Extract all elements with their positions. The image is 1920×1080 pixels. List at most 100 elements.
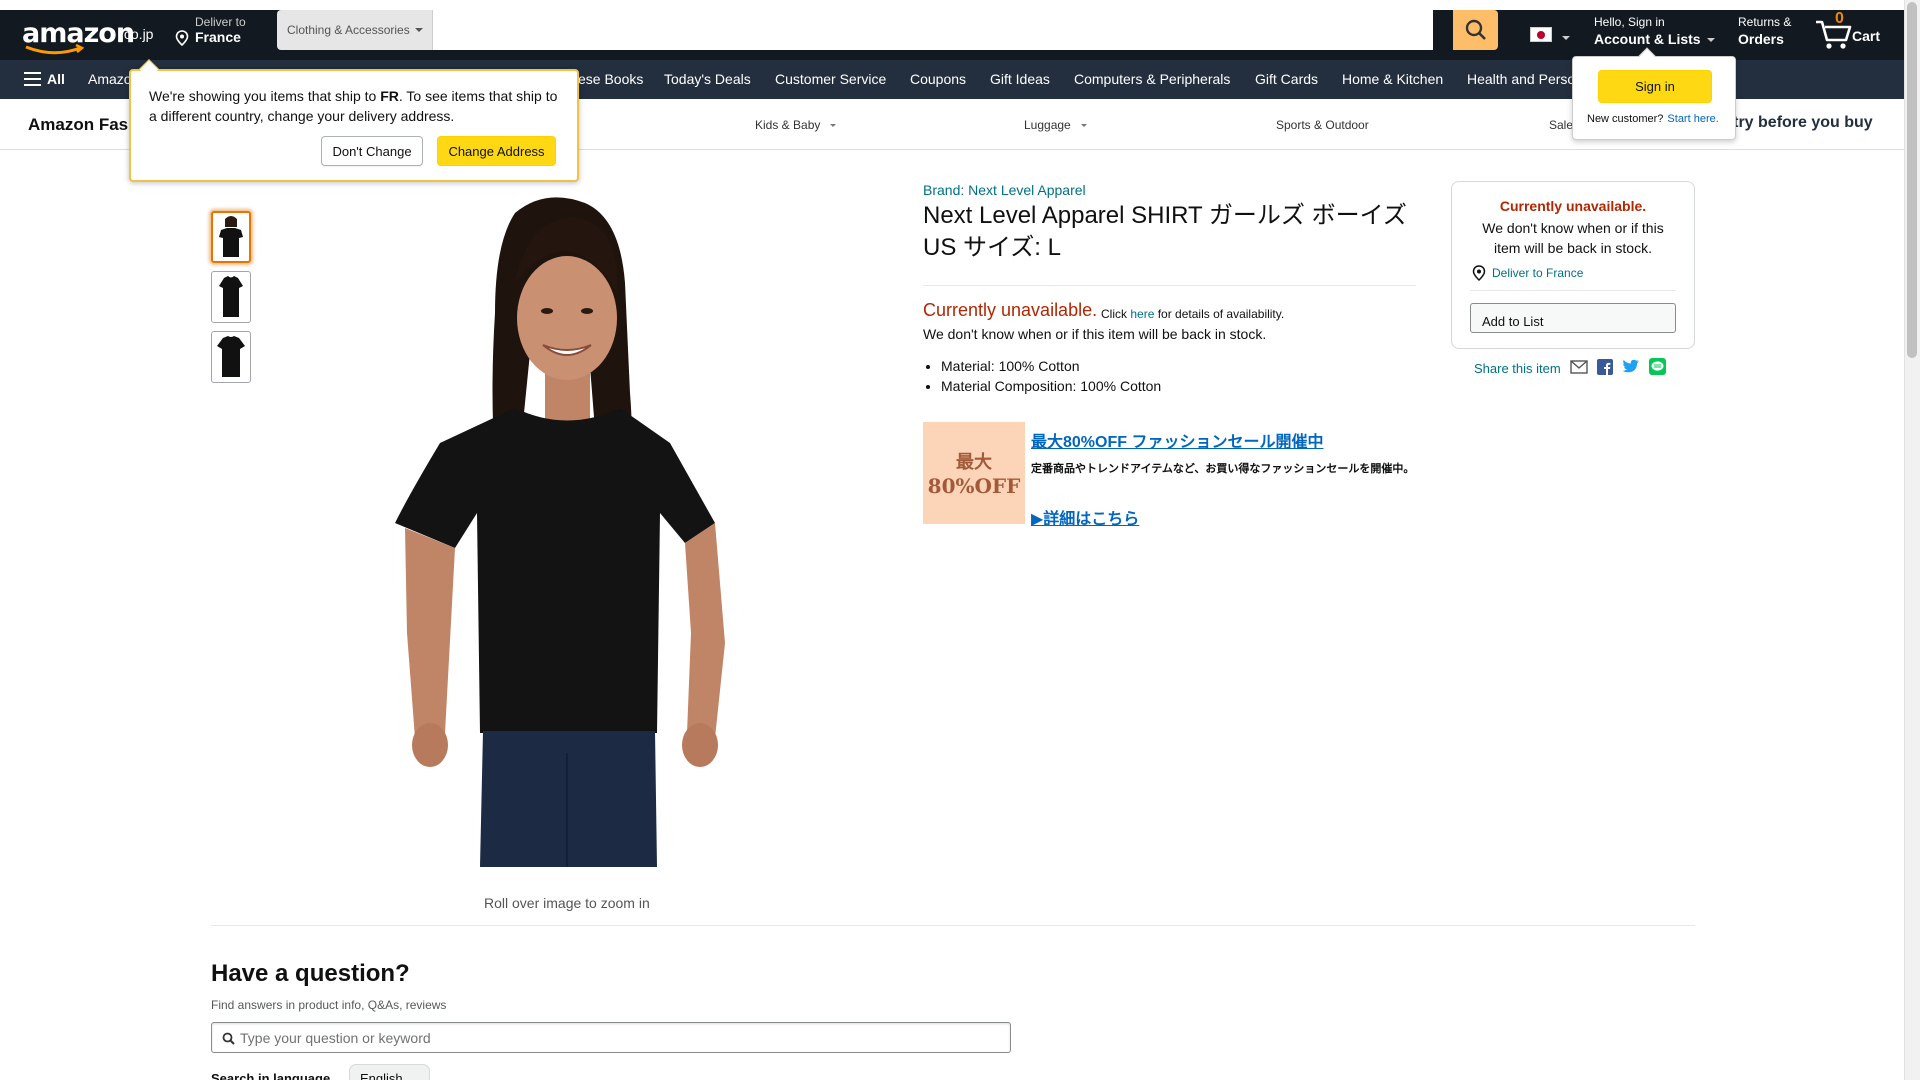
girl-shirt-thumbnail [219, 216, 243, 257]
account-greeting: Hello, Sign in [1594, 15, 1665, 29]
search-icon [222, 1032, 235, 1045]
divider [923, 285, 1416, 286]
caret-down-icon [415, 28, 423, 32]
subnav-label: Sports & Outdoor [1276, 118, 1369, 132]
amazon-logo[interactable]: amazon .co.jp [20, 16, 155, 56]
feature-bullet: Material: 100% Cotton [941, 356, 1161, 376]
hamburger-icon [24, 72, 41, 86]
buybox-stock-note: We don't know when or if this item will … [1482, 220, 1664, 256]
sale-promo-image[interactable]: 最大 80%OFF [923, 422, 1025, 524]
promo-details-link[interactable]: ▶詳細はこちら [1031, 505, 1139, 529]
question-search-input[interactable] [240, 1024, 1000, 1051]
nav-item-gift-cards[interactable]: Gift Cards [1255, 71, 1318, 87]
nav-item-computers[interactable]: Computers & Peripherals [1074, 71, 1230, 87]
line-icon[interactable] [1648, 358, 1666, 378]
cart-button[interactable]: 0 Cart [1814, 10, 1889, 55]
question-subtitle: Find answers in product info, Q&As, revi… [211, 998, 447, 1012]
prime-text: try before you buy [1728, 114, 1873, 131]
promo-title-link[interactable]: 最大80%OFF ファッションセール開催中 [1031, 428, 1323, 452]
location-pin-icon [175, 30, 189, 46]
smile-icon [25, 44, 85, 55]
scrollbar-thumb[interactable] [1907, 2, 1917, 358]
add-to-list-button[interactable]: Add to List [1470, 303, 1676, 333]
back-in-stock-text: We don't know when or if this item will … [923, 326, 1267, 342]
buybox-unavailable: Currently unavailable. [1499, 198, 1647, 214]
facebook-icon[interactable] [1596, 358, 1613, 378]
promo-image-line1: 最大 [956, 452, 992, 473]
product-title: Next Level Apparel SHIRT ガールズ ボーイズ US サイ… [923, 202, 1407, 261]
question-heading: Have a question? [211, 960, 410, 987]
availability-note: Click here for details of availability. [1101, 307, 1285, 321]
subnav-item-luggage[interactable]: Luggage [1024, 118, 1087, 132]
search-button[interactable] [1453, 10, 1498, 50]
divider [1470, 290, 1676, 291]
start-here-link[interactable]: Start here. [1667, 113, 1718, 125]
buybox-deliver-text: Deliver to France [1492, 266, 1584, 280]
twitter-icon[interactable] [1622, 359, 1640, 377]
cart-label: Cart [1852, 28, 1881, 44]
caret-down-icon [830, 124, 837, 128]
subnav-brand[interactable]: Amazon Fas [28, 115, 128, 135]
share-label: Share this item [1474, 360, 1561, 376]
subnav-label: Kids & Baby [755, 118, 821, 132]
search-category-select[interactable]: Clothing & Accessories [277, 10, 433, 50]
subnav-label: Luggage [1024, 118, 1071, 132]
account-menu[interactable]: Hello, Sign in Account & Lists [1594, 15, 1715, 47]
divider [211, 925, 1695, 926]
feature-bullet: Material Composition: 100% Cotton [941, 376, 1161, 396]
search-input[interactable] [433, 10, 1433, 50]
product-thumbnail-2[interactable] [211, 271, 251, 323]
dont-change-button[interactable]: Don't Change [321, 136, 423, 166]
question-search-box [211, 1022, 1011, 1053]
nav-item-todays-deals[interactable]: Today's Deals [664, 71, 751, 87]
feature-bullets: Material: 100% Cotton Material Compositi… [941, 356, 1161, 396]
nav-item-books[interactable]: ese Books [578, 71, 643, 87]
sign-in-button[interactable]: Sign in [1598, 70, 1712, 103]
new-customer-text: New customer? Start here. [1587, 113, 1719, 125]
subnav-item-sports[interactable]: Sports & Outdoor [1276, 118, 1369, 132]
availability-status: Currently unavailable. [923, 300, 1098, 320]
nav-item-gift-ideas[interactable]: Gift Ideas [990, 71, 1050, 87]
sign-in-popover: Sign in New customer? Start here. [1572, 47, 1736, 140]
buybox-deliver-link[interactable]: Deliver to France [1472, 265, 1583, 281]
language-select[interactable]: English [349, 1064, 430, 1080]
header: amazon .co.jp Deliver to France Clothing… [0, 10, 1904, 60]
deliver-label: Deliver to [195, 15, 246, 29]
japan-flag-icon[interactable] [1530, 27, 1552, 42]
subnav-item-kids-baby[interactable]: Kids & Baby [755, 118, 837, 132]
email-icon[interactable] [1570, 359, 1588, 377]
cart-icon [1816, 20, 1852, 49]
subnav-label: Sale [1549, 118, 1574, 132]
caret-down-icon [1562, 36, 1570, 40]
zoom-hint: Roll over image to zoom in [484, 895, 650, 911]
deliver-country: France [195, 29, 241, 45]
orders-label: Orders [1738, 31, 1784, 47]
shirt-front-thumbnail [219, 276, 243, 317]
nav-item-customer-service[interactable]: Customer Service [775, 71, 886, 87]
change-address-button[interactable]: Change Address [437, 136, 556, 166]
search-icon [1465, 19, 1486, 40]
top-strip [0, 0, 1920, 10]
nav-item-health[interactable]: Health and Person [1467, 71, 1583, 87]
caret-down-icon [1080, 124, 1087, 128]
ship-message: We're showing you items that ship to FR.… [149, 88, 558, 124]
nav-item-home-kitchen[interactable]: Home & Kitchen [1342, 71, 1443, 87]
language-label: Search in language [211, 1071, 331, 1080]
product-main-image[interactable] [395, 193, 740, 867]
share-row: Share this item [1474, 358, 1666, 378]
returns-label: Returns & [1738, 15, 1792, 29]
location-pin-icon [1472, 265, 1486, 281]
caret-down-icon [1706, 38, 1715, 43]
cart-count: 0 [1835, 10, 1844, 27]
product-thumbnail-3[interactable] [211, 331, 251, 383]
returns-orders[interactable]: Returns & Orders [1738, 15, 1791, 47]
all-menu-button[interactable]: All [24, 71, 65, 87]
brand-link[interactable]: Brand: Next Level Apparel [923, 182, 1086, 198]
nav-item-coupons[interactable]: Coupons [910, 71, 966, 87]
subnav-item-sale[interactable]: Sale [1549, 118, 1573, 132]
promo-description: 定番商品やトレンドアイテムなど、お買い得なファッションセールを開催中。 [1031, 463, 1415, 475]
product-thumbnail-1[interactable] [211, 211, 251, 263]
logo-tld: .co.jp [120, 26, 154, 42]
availability-here-link[interactable]: here [1130, 307, 1154, 321]
search-category-label: Clothing & Accessories [287, 23, 410, 37]
